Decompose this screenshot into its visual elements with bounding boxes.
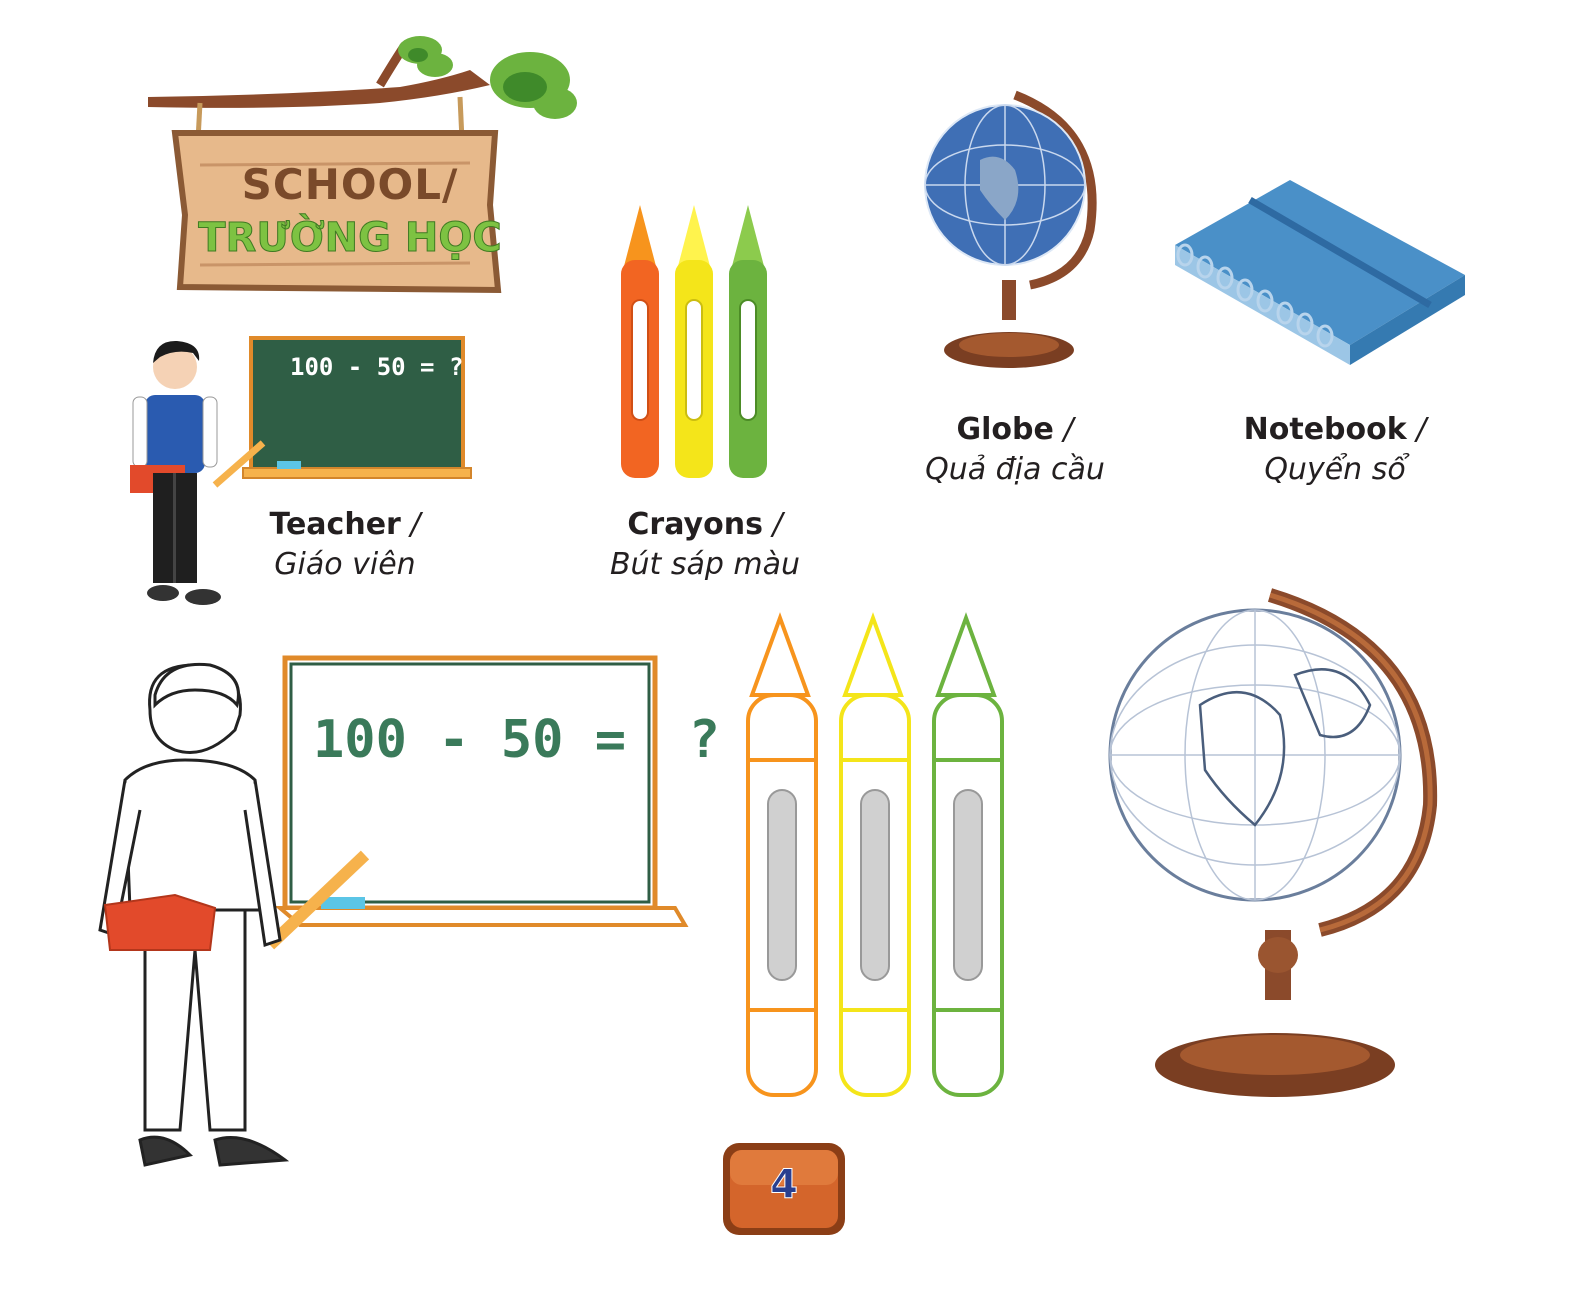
label-crayons-sep: / <box>762 507 783 542</box>
crayon-green <box>729 205 767 478</box>
label-notebook-sep: / <box>1406 412 1427 447</box>
label-teacher-vi: Giáo viên <box>274 547 416 582</box>
globe-large-outline <box>1105 585 1450 1110</box>
crayons-small-illustration <box>615 200 780 490</box>
label-globe-en: Globe <box>956 412 1054 447</box>
school-sign: SCHOOL/ TRƯỜNG HỌC <box>140 25 590 305</box>
crayons-large-outline <box>740 610 1020 1105</box>
label-teacher: Teacher / Giáo viên <box>225 505 465 585</box>
globe-small-illustration <box>920 90 1110 375</box>
label-globe-sep: / <box>1053 412 1074 447</box>
label-teacher-en: Teacher <box>269 507 401 542</box>
label-notebook-en: Notebook <box>1243 412 1407 447</box>
label-crayons: Crayons / Bút sáp màu <box>585 505 825 585</box>
label-notebook-vi: Quyển sổ <box>1264 452 1406 487</box>
teacher-large-outline: 100 - 50 = ? <box>85 650 720 1190</box>
notebook-illustration <box>1165 175 1470 375</box>
page-number: 4 <box>770 1162 799 1209</box>
label-globe-vi: Quả địa cầu <box>925 452 1105 487</box>
label-crayons-vi: Bút sáp màu <box>609 547 801 582</box>
label-notebook: Notebook / Quyển sổ <box>1215 410 1455 490</box>
label-crayons-en: Crayons <box>627 507 763 542</box>
crayon-yellow <box>675 205 713 478</box>
label-globe: Globe / Quả địa cầu <box>895 410 1135 490</box>
small-board-equation: 100 - 50 = ? <box>290 353 464 381</box>
label-teacher-sep: / <box>400 507 421 542</box>
large-board-equation: 100 - 50 = ? <box>313 710 720 770</box>
crayon-orange <box>621 205 659 478</box>
sign-title-en: SCHOOL/ <box>241 160 459 209</box>
sign-title-vi: TRƯỜNG HỌC <box>198 215 503 262</box>
page-number-badge: 4 <box>720 1140 848 1238</box>
